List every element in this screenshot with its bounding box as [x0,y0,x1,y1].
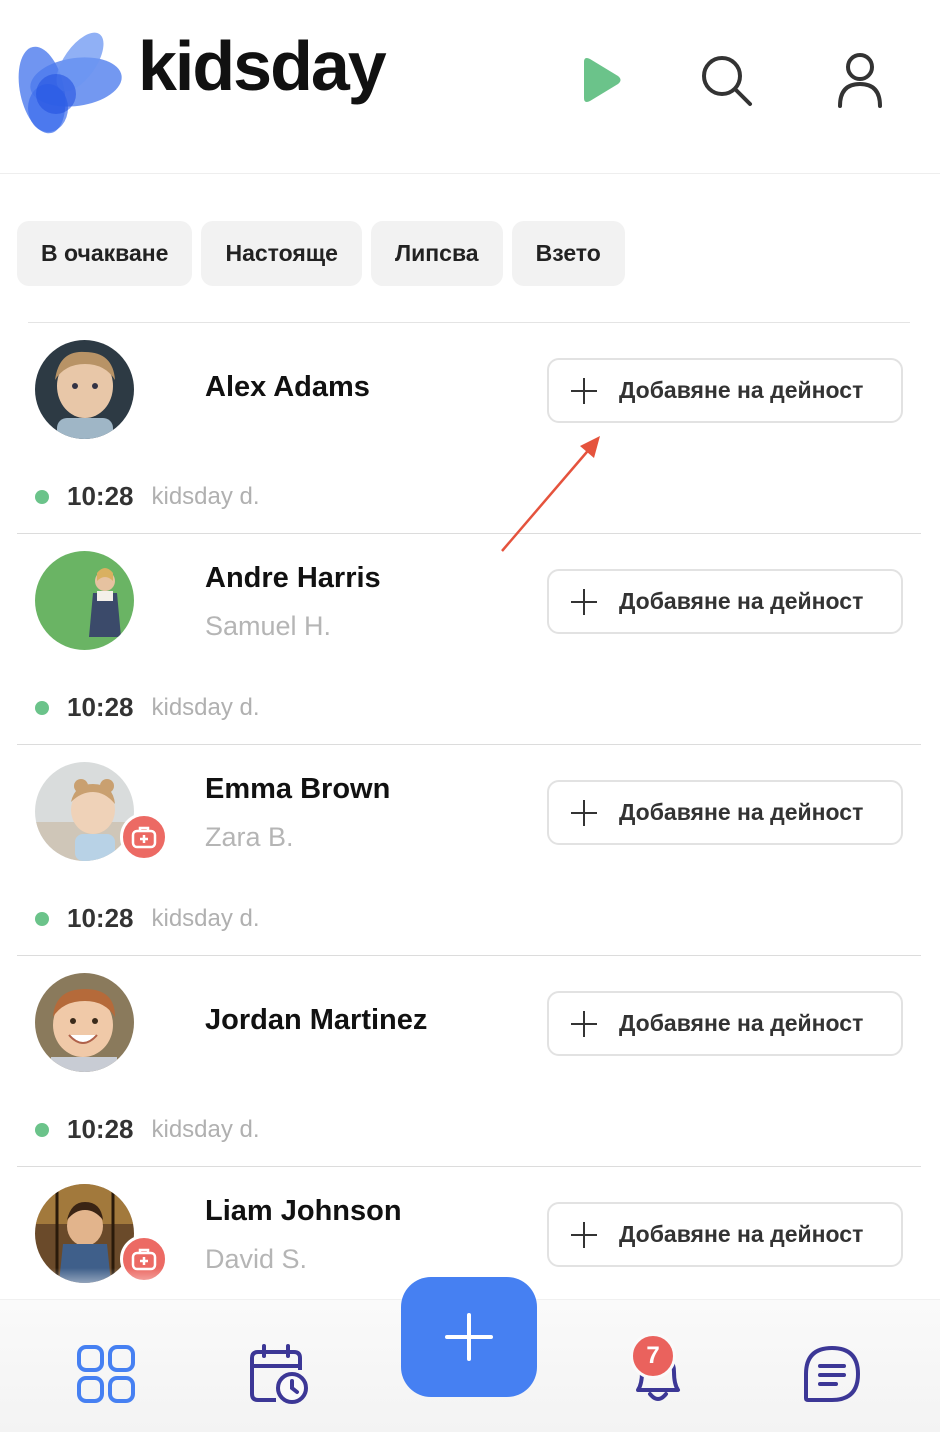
child-name[interactable]: Jordan Martinez [205,1004,427,1037]
add-activity-label: Добавяне на дейност [619,377,864,403]
status-dot-icon [35,489,49,504]
add-activity-button[interactable]: Добавяне на дейност [547,569,903,634]
list-item: Jordan Martinez Добавяне на дейност 10:2… [17,955,921,1166]
checkin-meta: 10:28 kidsday d. [35,903,260,934]
search-icon[interactable] [694,48,758,112]
tab-pending[interactable]: В очакване [17,221,193,286]
medical-kit-icon [120,813,168,861]
avatar[interactable] [35,762,134,861]
plus-icon [571,1221,597,1248]
child-name[interactable]: Andre Harris [205,562,381,595]
guardian-name: Zara B. [205,822,294,852]
children-list: Alex Adams Добавяне на дейност 10:28 kid… [0,322,940,1306]
checkin-time: 10:28 [67,692,134,722]
brand-name: kidsday [138,27,387,105]
checkin-meta: 10:28 kidsday d. [35,481,260,512]
status-tabs: В очакване Настояще Липсва Взето [17,221,625,286]
app-header: kidsday [0,0,940,174]
kidsday-logo-icon [14,24,124,136]
status-dot-icon [35,911,49,926]
plus-icon [445,1313,493,1361]
tab-picked-up[interactable]: Взето [511,221,625,286]
add-activity-label: Добавяне на дейност [619,1221,864,1247]
add-activity-button[interactable]: Добавяне на дейност [547,780,903,845]
add-button[interactable] [401,1277,537,1397]
child-name[interactable]: Emma Brown [205,773,390,806]
checkin-by: kidsday d. [151,904,260,932]
plus-icon [571,1010,597,1037]
plus-icon [571,588,597,615]
plus-icon [571,377,597,404]
tab-absent[interactable]: Липсва [370,221,503,286]
avatar[interactable] [35,973,134,1072]
child-name[interactable]: Alex Adams [205,371,370,404]
calendar-clock-icon[interactable] [246,1342,310,1406]
notification-count-badge: 7 [630,1333,676,1379]
status-dot-icon [35,1122,49,1137]
play-icon[interactable] [568,48,632,112]
tab-present[interactable]: Настояще [201,221,362,286]
add-activity-label: Добавяне на дейност [619,1010,864,1036]
checkin-by: kidsday d. [151,482,260,510]
checkin-time: 10:28 [67,1114,134,1144]
checkin-meta: 10:28 kidsday d. [35,1114,260,1145]
add-activity-button[interactable]: Добавяне на дейност [547,1202,903,1267]
profile-icon[interactable] [828,48,892,112]
plus-icon [571,799,597,826]
status-dot-icon [35,700,49,715]
list-item: Emma Brown Zara B. Добавяне на дейност 1… [17,744,921,955]
avatar[interactable] [35,551,134,650]
checkin-time: 10:28 [67,481,134,511]
add-activity-button[interactable]: Добавяне на дейност [547,991,903,1056]
add-activity-label: Добавяне на дейност [619,799,864,825]
child-name[interactable]: Liam Johnson [205,1195,402,1228]
add-activity-button[interactable]: Добавяне на дейност [547,358,903,423]
grid-icon[interactable] [74,1342,138,1406]
checkin-meta: 10:28 kidsday d. [35,692,260,723]
guardian-name: Samuel H. [205,611,332,641]
avatar[interactable] [35,340,134,439]
add-activity-label: Добавяне на дейност [619,588,864,614]
checkin-by: kidsday d. [151,693,260,721]
chat-icon[interactable] [800,1342,864,1406]
checkin-time: 10:28 [67,903,134,933]
list-item: Alex Adams Добавяне на дейност 10:28 kid… [28,322,910,533]
list-item: Andre Harris Samuel H. Добавяне на дейно… [17,533,921,744]
checkin-by: kidsday d. [151,1115,260,1143]
